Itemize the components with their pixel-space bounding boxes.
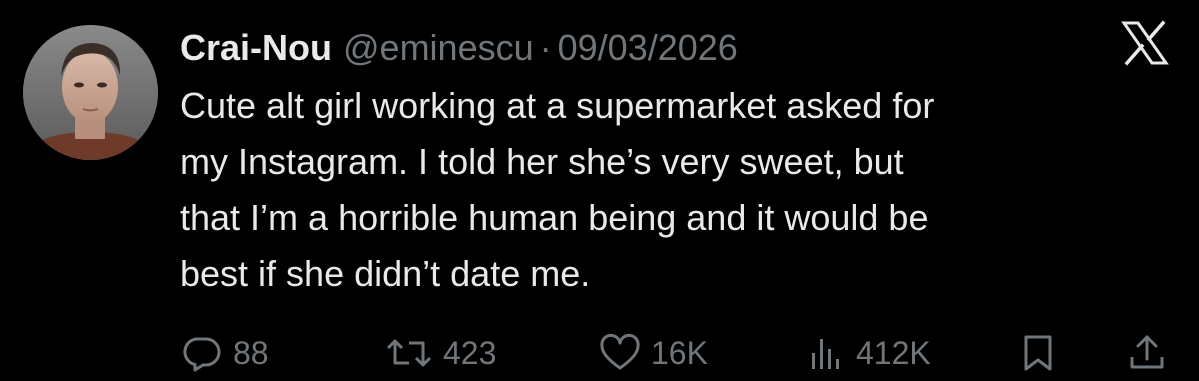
tweet-text: Cute alt girl working at a supermarket a… [180,78,1170,302]
views-button[interactable]: 412K [806,333,931,373]
tweet-text-line: my Instagram. I told her she’s very swee… [180,141,904,182]
repost-count: 423 [443,334,497,371]
separator-dot: · [539,27,552,68]
reply-count: 88 [233,334,269,371]
share-icon [1127,333,1167,373]
avatar-image [23,25,158,160]
tweet-text-line: Cute alt girl working at a supermarket a… [180,85,935,126]
like-count: 16K [651,334,708,371]
bookmark-icon [1020,333,1056,373]
tweet-text-line: that I’m a horrible human being and it w… [180,197,929,238]
share-button[interactable] [1127,333,1167,373]
tweet-text-line: best if she didn’t date me. [180,253,591,294]
tweet-card: Crai-Nou @eminescu · 09/03/2026 Cute alt… [0,0,1199,381]
bookmark-button[interactable] [1020,333,1056,373]
like-button[interactable]: 16K [599,333,708,373]
views-count: 412K [856,334,931,371]
user-handle[interactable]: @eminescu [343,24,534,72]
x-logo-icon[interactable] [1120,18,1170,68]
post-date[interactable]: 09/03/2026 [558,24,738,72]
avatar[interactable] [23,25,158,160]
views-icon [806,333,846,373]
reply-button[interactable]: 88 [183,333,269,373]
repost-button[interactable]: 423 [385,333,496,373]
display-name[interactable]: Crai-Nou [180,24,332,72]
action-bar: 88 423 16K 412K [0,325,1199,381]
heart-icon [599,333,641,373]
repost-icon [385,333,433,373]
tweet-header: Crai-Nou @eminescu · 09/03/2026 [180,24,738,72]
reply-icon [183,333,223,373]
